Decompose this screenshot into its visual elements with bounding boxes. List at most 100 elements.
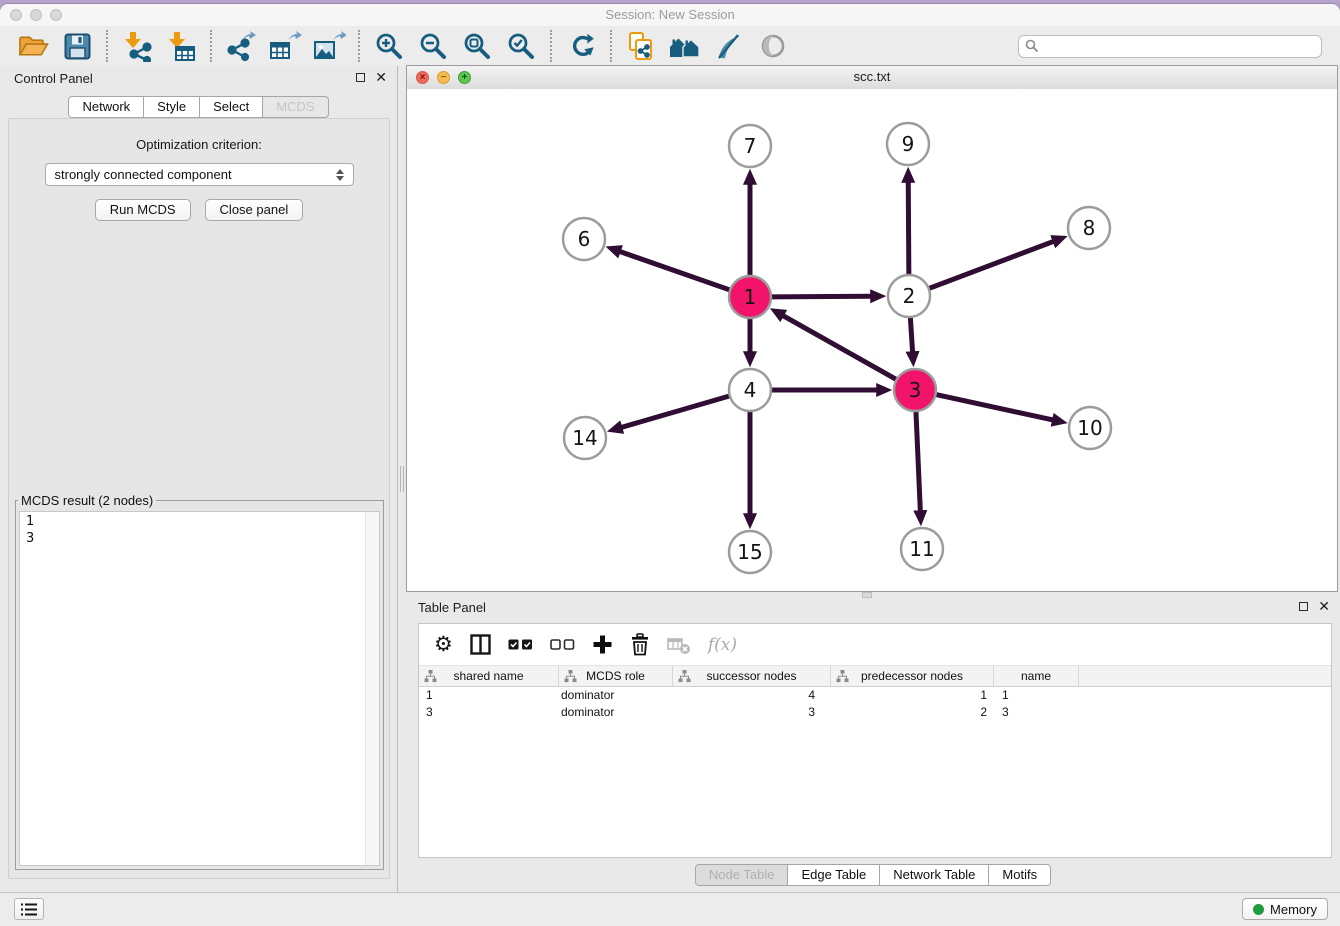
column-header-predecessor-nodes[interactable]: predecessor nodes xyxy=(831,666,994,686)
graph-node-1[interactable]: 1 xyxy=(729,276,771,318)
column-header-MCDS-role[interactable]: MCDS role xyxy=(559,666,673,686)
column-header-successor-nodes[interactable]: successor nodes xyxy=(673,666,831,686)
network-close-button[interactable]: × xyxy=(416,71,429,84)
table-cell[interactable]: 1 xyxy=(831,687,994,704)
table-cell[interactable]: 3 xyxy=(673,704,831,721)
column-header-name[interactable]: name xyxy=(994,666,1079,686)
table-cell[interactable]: 3 xyxy=(419,704,559,721)
graph-node-15[interactable]: 15 xyxy=(729,531,771,573)
network-graph[interactable]: 7 9 6 8 1 2 4 3 14 10 15 11 xyxy=(407,89,1337,591)
table-row[interactable]: 1dominator411 xyxy=(419,687,1331,704)
column-header-shared-name[interactable]: shared name xyxy=(419,666,559,686)
import-network-button[interactable] xyxy=(118,29,156,63)
graph-edge-3-10[interactable] xyxy=(936,394,1053,419)
tab-motifs[interactable]: Motifs xyxy=(989,864,1051,886)
close-panel-icon[interactable]: ✕ xyxy=(375,72,387,83)
zoom-out-icon xyxy=(419,32,447,60)
table-cell[interactable]: 1 xyxy=(419,687,559,704)
svg-text:2: 2 xyxy=(903,284,916,308)
float-panel-icon[interactable] xyxy=(356,73,365,82)
first-neighbors-button[interactable] xyxy=(666,29,704,63)
mcds-result-box[interactable]: 1 3 xyxy=(19,511,380,866)
new-network-from-selection-button[interactable] xyxy=(622,29,660,63)
table-settings-button[interactable]: ⚙ xyxy=(434,630,453,660)
show-style-button[interactable] xyxy=(710,29,748,63)
table-cell[interactable]: 1 xyxy=(994,687,1079,704)
delete-table-button[interactable] xyxy=(667,630,691,660)
network-canvas[interactable]: 7 9 6 8 1 2 4 3 14 10 15 11 xyxy=(407,89,1337,591)
table-cell[interactable]: dominator xyxy=(559,687,673,704)
graph-edge-1-2[interactable] xyxy=(771,296,871,297)
graph-node-9[interactable]: 9 xyxy=(887,123,929,165)
hierarchy-icon xyxy=(678,670,691,683)
export-table-icon xyxy=(269,31,302,62)
zoom-in-button[interactable] xyxy=(370,29,408,63)
graph-node-4[interactable]: 4 xyxy=(729,369,771,411)
show-columns-button[interactable] xyxy=(470,630,491,660)
open-session-button[interactable] xyxy=(14,29,52,63)
hierarchy-icon xyxy=(564,670,577,683)
zoom-selected-button[interactable] xyxy=(502,29,540,63)
optimization-select[interactable]: strongly connected component xyxy=(45,163,354,186)
table-cell[interactable]: 4 xyxy=(673,687,831,704)
graph-edge-1-6[interactable] xyxy=(620,252,730,291)
apply-layout-button[interactable] xyxy=(562,29,600,63)
zoom-window-button[interactable] xyxy=(50,9,62,21)
close-window-button[interactable] xyxy=(10,9,22,21)
graph-edge-2-3[interactable] xyxy=(910,317,912,352)
export-image-button[interactable] xyxy=(310,29,348,63)
tab-mcds[interactable]: MCDS xyxy=(263,96,328,118)
tab-select[interactable]: Select xyxy=(200,96,263,118)
minimize-window-button[interactable] xyxy=(30,9,42,21)
zoom-out-button[interactable] xyxy=(414,29,452,63)
run-mcds-button[interactable]: Run MCDS xyxy=(95,199,191,221)
graph-edge-3-11[interactable] xyxy=(916,411,920,511)
delete-column-button[interactable] xyxy=(630,630,650,660)
network-zoom-button[interactable]: + xyxy=(458,71,471,84)
float-table-panel-icon[interactable] xyxy=(1299,602,1308,611)
zoom-fit-button[interactable] xyxy=(458,29,496,63)
tab-edge-table[interactable]: Edge Table xyxy=(788,864,880,886)
table-cell[interactable]: dominator xyxy=(559,704,673,721)
graph-node-2[interactable]: 2 xyxy=(888,275,930,317)
tab-style[interactable]: Style xyxy=(144,96,200,118)
save-session-button[interactable] xyxy=(58,29,96,63)
hierarchy-icon xyxy=(836,670,849,683)
hide-graphics-button[interactable] xyxy=(754,29,792,63)
tab-network[interactable]: Network xyxy=(68,96,144,118)
vertical-splitter[interactable] xyxy=(398,466,405,492)
table-cell[interactable]: 2 xyxy=(831,704,994,721)
select-all-columns-button[interactable] xyxy=(508,630,533,660)
table-row[interactable]: 3dominator323 xyxy=(419,704,1331,721)
tab-node-table[interactable]: Node Table xyxy=(695,864,789,886)
table-cell[interactable]: 3 xyxy=(994,704,1079,721)
result-scrollbar[interactable] xyxy=(365,512,379,865)
memory-button[interactable]: Memory xyxy=(1242,898,1328,920)
graph-node-3[interactable]: 3 xyxy=(894,369,936,411)
network-minimize-button[interactable]: − xyxy=(437,71,450,84)
export-network-button[interactable] xyxy=(222,29,260,63)
tab-network-table[interactable]: Network Table xyxy=(880,864,989,886)
graph-node-8[interactable]: 8 xyxy=(1068,207,1110,249)
graph-edge-4-14[interactable] xyxy=(621,396,729,428)
add-column-button[interactable] xyxy=(592,630,613,660)
function-builder-button[interactable]: f(x) xyxy=(708,630,737,660)
deselect-all-columns-button[interactable] xyxy=(550,630,575,660)
table-tabs: Node TableEdge TableNetwork TableMotifs xyxy=(406,864,1340,886)
graph-node-6[interactable]: 6 xyxy=(563,218,605,260)
search-input[interactable] xyxy=(1018,35,1322,58)
graph-edge-2-8[interactable] xyxy=(929,241,1054,288)
graph-edge-3-1[interactable] xyxy=(783,316,897,380)
graph-node-11[interactable]: 11 xyxy=(901,528,943,570)
export-table-button[interactable] xyxy=(266,29,304,63)
task-history-button[interactable] xyxy=(14,898,44,920)
graph-edge-2-9[interactable] xyxy=(908,182,909,275)
hierarchy-icon xyxy=(424,670,437,683)
graph-node-10[interactable]: 10 xyxy=(1069,407,1111,449)
import-table-button[interactable] xyxy=(162,29,200,63)
graph-node-7[interactable]: 7 xyxy=(729,125,771,167)
close-table-panel-icon[interactable]: ✕ xyxy=(1318,601,1330,612)
graph-node-14[interactable]: 14 xyxy=(564,417,606,459)
toolbar-separator xyxy=(550,30,552,62)
close-panel-button[interactable]: Close panel xyxy=(205,199,304,221)
